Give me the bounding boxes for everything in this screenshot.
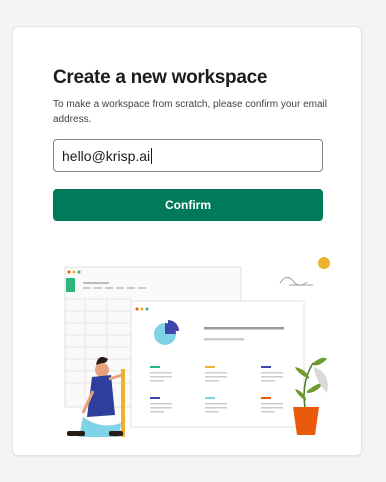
yellow-dot-icon	[318, 257, 330, 269]
workspace-illustration	[64, 257, 330, 437]
email-field[interactable]: hello@krisp.ai	[53, 139, 323, 172]
email-value: hello@krisp.ai	[62, 147, 151, 164]
confirm-button[interactable]: Confirm	[53, 189, 323, 221]
page-title: Create a new workspace	[53, 67, 268, 88]
description-text: To make a workspace from scratch, please…	[53, 99, 327, 125]
text-caret	[151, 147, 153, 164]
workspace-card: Create a new workspace To make a workspa…	[12, 26, 362, 456]
